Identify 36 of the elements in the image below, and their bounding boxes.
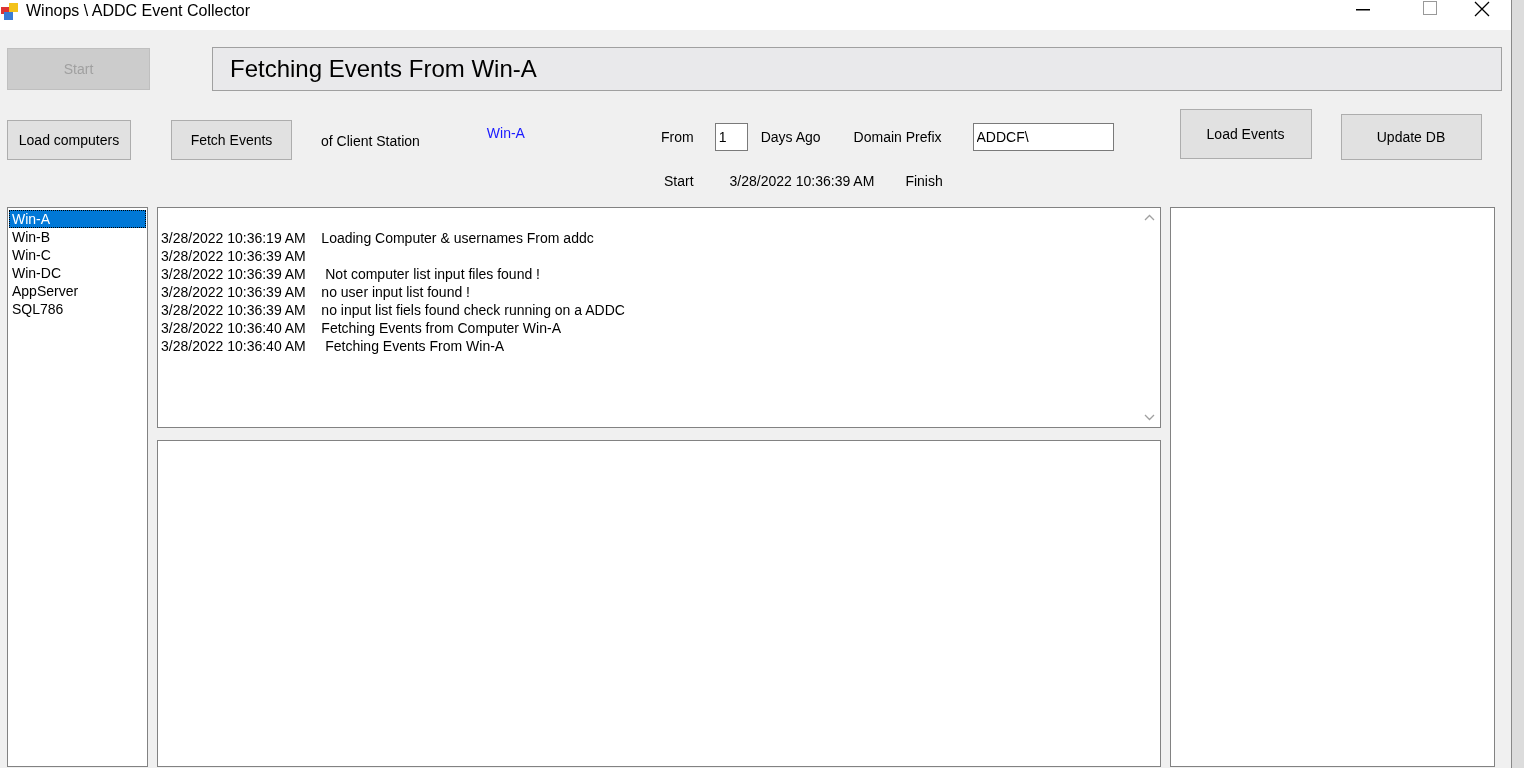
log-line: 3/28/2022 10:36:19 AM Loading Computer & usernames From addc xyxy=(161,229,595,247)
start-time: 3/28/2022 10:36:39 AM xyxy=(729,173,875,191)
client-name: Win-A xyxy=(486,125,525,141)
scroll-down-icon[interactable] xyxy=(1143,414,1155,421)
close-icon[interactable] xyxy=(1474,1,1490,17)
log-line: 3/28/2022 10:36:39 AM xyxy=(161,247,307,265)
list-item[interactable]: Win-B xyxy=(9,228,146,246)
list-item[interactable]: Win-A xyxy=(9,210,146,228)
log-line: 3/28/2022 10:36:40 AM Fetching Events from Computer Win-A xyxy=(161,319,562,337)
scroll-up-icon[interactable] xyxy=(1143,214,1155,221)
list-item[interactable]: Win-C xyxy=(9,246,146,264)
app-icon xyxy=(0,1,20,21)
status-text: Fetching Events From Win-A xyxy=(212,47,1502,91)
log-line: 3/28/2022 10:36:39 AM no user input list found ! xyxy=(161,283,471,301)
client-station-label: of Client Station xyxy=(321,133,420,149)
domain-prefix-field[interactable]: ADDCF\ xyxy=(972,123,1114,151)
list-item[interactable]: SQL786 xyxy=(9,300,146,318)
domain-prefix-label: Domain Prefix xyxy=(853,129,942,145)
finish-label: Finish xyxy=(905,173,943,191)
load-computers-button[interactable]: Load computers xyxy=(7,120,131,160)
maximize-icon[interactable] xyxy=(1423,1,1437,15)
load-events-button[interactable]: Load Events xyxy=(1179,109,1312,159)
days-ago-label: Days Ago xyxy=(760,129,821,145)
log-line: 3/28/2022 10:36:39 AM Not computer list input files found ! xyxy=(161,265,541,283)
from-label: From xyxy=(660,129,694,145)
log-line: 3/28/2022 10:36:40 AM Fetching Events From Win-A xyxy=(161,337,506,355)
update-db-button[interactable]: Update DB xyxy=(1340,114,1482,160)
list-item[interactable]: AppServer xyxy=(9,282,146,300)
days-field[interactable]: 1 xyxy=(714,123,748,151)
computer-list[interactable]: Win-A Win-B Win-C Win-DC AppServer SQL786 xyxy=(7,207,148,767)
log-line: 3/28/2022 10:36:39 AM no input list fiels found check running on a ADDC xyxy=(161,301,626,319)
window-title: Winops \ ADDC Event Collector xyxy=(26,2,252,20)
log-textbox[interactable] xyxy=(157,207,1161,428)
list-item[interactable]: Win-DC xyxy=(9,264,146,282)
start-label: Start xyxy=(664,173,694,191)
fetch-events-button[interactable]: Fetch Events xyxy=(171,120,292,160)
